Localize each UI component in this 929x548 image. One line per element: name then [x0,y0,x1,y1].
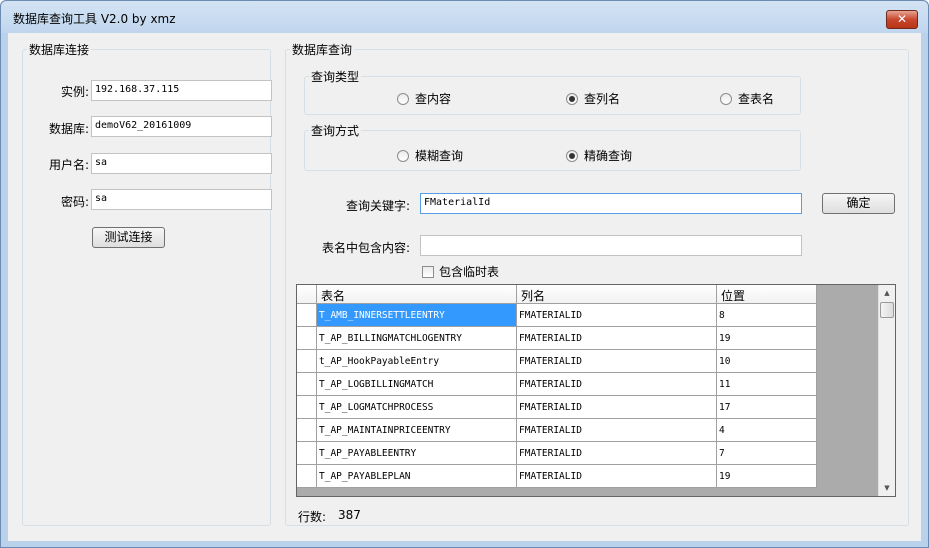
cell-column-name[interactable]: FMATERIALID [517,350,717,373]
test-connection-button[interactable]: 测试连接 [92,227,165,248]
cell-column-name[interactable]: FMATERIALID [517,396,717,419]
table-row[interactable]: T_AMB_INNERSETTLEENTRY FMATERIALID 8 [297,304,817,327]
connection-group: 数据库连接 实例: 192.168.37.115 数据库: demoV62_20… [22,41,272,526]
cell-table-name[interactable]: T_AP_PAYABLEPLAN [317,465,517,488]
title-bar[interactable]: 数据库查询工具 V2.0 by xmz ✕ [1,1,928,33]
window-title: 数据库查询工具 V2.0 by xmz [13,12,176,26]
column-header-column[interactable]: 列名 [517,285,717,304]
table-contains-input[interactable] [420,235,802,256]
vertical-scrollbar[interactable]: ▲ ▼ [878,285,895,496]
cell-table-name[interactable]: T_AP_LOGMATCHPROCESS [317,396,517,419]
connection-group-label: 数据库连接 [27,41,92,58]
keyword-input[interactable]: FMaterialId [420,193,802,214]
query-method-group: 查询方式 [304,122,801,171]
instance-field[interactable]: 192.168.37.115 [91,80,272,101]
include-temp-label: 包含临时表 [439,265,500,279]
radio-label: 查内容 [415,92,452,106]
table-row[interactable]: t_AP_HookPayableEntry FMATERIALID 10 [297,350,817,373]
radio-icon [397,92,409,105]
cell-table-name[interactable]: t_AP_HookPayableEntry [317,350,517,373]
cell-position[interactable]: 4 [717,419,817,442]
row-header[interactable] [297,373,317,396]
cell-table-name[interactable]: T_AP_MAINTAINPRICEENTRY [317,419,517,442]
include-temp-checkbox[interactable]: 包含临时表 [422,263,499,280]
grid-header: 表名 列名 位置 [297,285,817,304]
cell-column-name[interactable]: FMATERIALID [517,304,717,327]
cell-table-name[interactable]: T_AP_LOGBILLINGMATCH [317,373,517,396]
username-label: 用户名: [48,158,89,172]
cell-table-name[interactable]: T_AP_PAYABLEENTRY [317,442,517,465]
table-row[interactable]: T_AP_MAINTAINPRICEENTRY FMATERIALID 4 [297,419,817,442]
cell-column-name[interactable]: FMATERIALID [517,419,717,442]
username-field[interactable]: sa [91,153,272,174]
cell-position[interactable]: 11 [717,373,817,396]
query-method-label: 查询方式 [309,122,362,139]
grid-body: T_AMB_INNERSETTLEENTRY FMATERIALID 8 T_A… [297,304,817,488]
row-count-label: 行数: [298,510,327,524]
cell-position[interactable]: 10 [717,350,817,373]
cell-column-name[interactable]: FMATERIALID [517,465,717,488]
keyword-label: 查询关键字: [345,199,410,213]
cell-position[interactable]: 8 [717,304,817,327]
radio-checked-icon [566,149,578,162]
cell-column-name[interactable]: FMATERIALID [517,442,717,465]
table-row[interactable]: T_AP_BILLINGMATCHLOGENTRY FMATERIALID 19 [297,327,817,350]
row-header[interactable] [297,350,317,373]
radio-label: 查表名 [738,92,775,106]
radio-label: 模糊查询 [415,149,464,163]
radio-label: 查列名 [584,92,621,106]
password-field[interactable]: sa [91,189,272,210]
cell-table-name[interactable]: T_AMB_INNERSETTLEENTRY [317,304,517,327]
scroll-thumb[interactable] [880,302,894,318]
scroll-up-arrow-icon[interactable]: ▲ [879,285,895,301]
query-type-label: 查询类型 [309,68,362,85]
checkbox-icon [422,265,434,278]
client-area: 数据库连接 实例: 192.168.37.115 数据库: demoV62_20… [8,33,921,541]
cell-position[interactable]: 19 [717,327,817,350]
scroll-down-arrow-icon[interactable]: ▼ [879,480,895,496]
column-header-position[interactable]: 位置 [717,285,817,304]
database-label: 数据库: [48,122,89,136]
row-header[interactable] [297,465,317,488]
instance-label: 实例: [60,85,89,99]
table-row[interactable]: T_AP_PAYABLEPLAN FMATERIALID 19 [297,465,817,488]
column-header-table[interactable]: 表名 [317,285,517,304]
cell-column-name[interactable]: FMATERIALID [517,373,717,396]
cell-table-name[interactable]: T_AP_BILLINGMATCHLOGENTRY [317,327,517,350]
row-header[interactable] [297,327,317,350]
radio-fuzzy-query[interactable]: 模糊查询 [397,147,463,164]
results-grid[interactable]: 表名 列名 位置 T_AMB_INNERSETTLEENTRY FMATERIA… [296,284,896,497]
cell-position[interactable]: 17 [717,396,817,419]
database-field[interactable]: demoV62_20161009 [91,116,272,137]
password-label: 密码: [60,195,89,209]
radio-search-content[interactable]: 查内容 [397,90,451,107]
row-header[interactable] [297,304,317,327]
row-header[interactable] [297,442,317,465]
cell-column-name[interactable]: FMATERIALID [517,327,717,350]
table-row[interactable]: T_AP_LOGBILLINGMATCH FMATERIALID 11 [297,373,817,396]
query-group-label: 数据库查询 [290,41,355,58]
radio-checked-icon [566,92,578,105]
cell-position[interactable]: 7 [717,442,817,465]
row-header-corner [297,285,317,304]
confirm-button[interactable]: 确定 [822,193,895,214]
cell-position[interactable]: 19 [717,465,817,488]
radio-label: 精确查询 [584,149,633,163]
app-window: 数据库查询工具 V2.0 by xmz ✕ 数据库连接 实例: 192.168.… [0,0,929,548]
row-count-value: 387 [338,508,361,522]
close-button[interactable]: ✕ [886,10,918,29]
table-row[interactable]: T_AP_PAYABLEENTRY FMATERIALID 7 [297,442,817,465]
radio-search-column[interactable]: 查列名 [566,90,620,107]
row-header[interactable] [297,396,317,419]
row-header[interactable] [297,419,317,442]
radio-icon [720,92,732,105]
radio-icon [397,149,409,162]
table-contains-label: 表名中包含内容: [321,241,410,255]
radio-search-table[interactable]: 查表名 [720,90,774,107]
table-row[interactable]: T_AP_LOGMATCHPROCESS FMATERIALID 17 [297,396,817,419]
radio-exact-query[interactable]: 精确查询 [566,147,632,164]
